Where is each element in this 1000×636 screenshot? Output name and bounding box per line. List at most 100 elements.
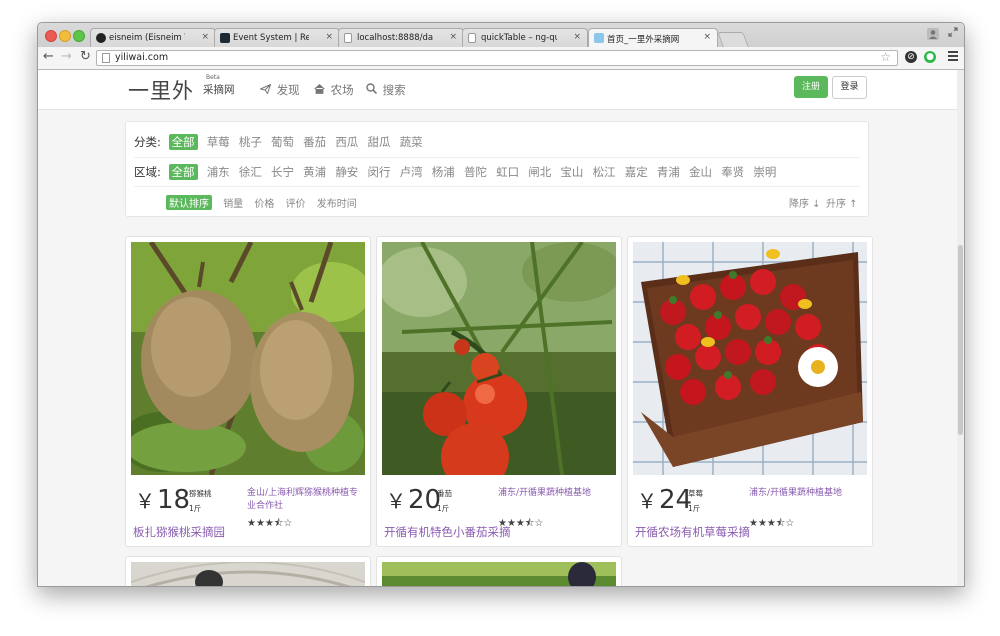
user-profile-icon[interactable] bbox=[926, 28, 940, 41]
region-option[interactable]: 奉贤 bbox=[721, 164, 744, 180]
sort-option[interactable]: 价格 bbox=[254, 195, 274, 210]
sort-option[interactable]: 评价 bbox=[286, 195, 306, 210]
product-title-link[interactable]: 开循农场有机草莓采摘 bbox=[635, 524, 750, 540]
region-option[interactable]: 松江 bbox=[593, 164, 616, 180]
tab-strip: eisneim (Eisneim Terry) · G × Event Syst… bbox=[38, 23, 964, 47]
sort-option[interactable]: 发布时间 bbox=[317, 195, 357, 210]
region-option[interactable]: 普陀 bbox=[464, 164, 487, 180]
yen-symbol: ￥ bbox=[386, 489, 406, 513]
menu-icon[interactable] bbox=[948, 51, 958, 63]
browser-window: eisneim (Eisneim Terry) · G × Event Syst… bbox=[37, 22, 965, 587]
page-icon bbox=[102, 53, 110, 63]
category-option[interactable]: 西瓜 bbox=[335, 134, 358, 150]
region-option[interactable]: 长宁 bbox=[271, 164, 294, 180]
category-option[interactable]: 番茄 bbox=[303, 134, 326, 150]
extension-evernote-icon[interactable]: ● bbox=[924, 51, 936, 63]
sort-descending[interactable]: 降序 ↓ bbox=[789, 195, 821, 210]
forward-icon[interactable]: → bbox=[61, 50, 72, 64]
divider bbox=[134, 186, 860, 187]
product-image-greenhouse[interactable] bbox=[131, 562, 365, 586]
product-card[interactable]: ￥20 番茄 1斤 浦东/开循果蔬种植基地 ★★★⯪☆ 开循有机特色小番茄采摘 bbox=[376, 236, 622, 547]
farm-link[interactable]: 浦东/开循果蔬种植基地 bbox=[498, 487, 616, 500]
category-option[interactable]: 全部 bbox=[168, 134, 198, 150]
region-option[interactable]: 卢湾 bbox=[400, 164, 423, 180]
region-option[interactable]: 闵行 bbox=[367, 164, 390, 180]
product-card[interactable]: ￥18 猕猴桃 1斤 金山/上海利辉猕猴桃种植专业合作社 ★★★⯪☆ 板扎猕猴桃… bbox=[125, 236, 371, 547]
new-tab-button[interactable] bbox=[717, 32, 749, 47]
bookmark-star-icon[interactable]: ☆ bbox=[880, 50, 891, 64]
browser-toolbar: ← → ↻ yiliwai.com ☆ ⊘ ● bbox=[38, 47, 964, 70]
region-option[interactable]: 杨浦 bbox=[432, 164, 455, 180]
region-option[interactable]: 闸北 bbox=[528, 164, 551, 180]
region-option[interactable]: 宝山 bbox=[560, 164, 583, 180]
tab-close-icon[interactable]: × bbox=[703, 32, 711, 42]
product-type: 猕猴桃 bbox=[189, 489, 212, 498]
region-option[interactable]: 崇明 bbox=[753, 164, 776, 180]
zoom-window-button[interactable] bbox=[73, 30, 85, 42]
tab-close-icon[interactable]: × bbox=[573, 32, 581, 42]
browser-tab[interactable]: quickTable – ng-quick-tab × bbox=[462, 28, 588, 47]
category-option[interactable]: 蔬菜 bbox=[400, 134, 423, 150]
search-icon bbox=[366, 83, 378, 95]
product-card-partial[interactable] bbox=[125, 556, 371, 586]
address-bar[interactable]: yiliwai.com ☆ bbox=[96, 50, 898, 66]
tab-close-icon[interactable]: × bbox=[325, 32, 333, 42]
login-button[interactable]: 登录 bbox=[832, 76, 867, 99]
product-image-tomato[interactable] bbox=[382, 242, 616, 475]
fullscreen-icon[interactable] bbox=[948, 27, 958, 40]
region-option[interactable]: 金山 bbox=[689, 164, 712, 180]
region-option[interactable]: 静安 bbox=[335, 164, 358, 180]
sort-option[interactable]: 默认排序 bbox=[166, 195, 212, 210]
close-window-button[interactable] bbox=[45, 30, 57, 42]
product-image-strawberry-cake[interactable] bbox=[633, 242, 867, 475]
product-card[interactable]: ￥24 草莓 1斤 浦东/开循果蔬种植基地 ★★★⯪☆ 开循农场有机草莓采摘 bbox=[627, 236, 873, 547]
category-option[interactable]: 桃子 bbox=[239, 134, 262, 150]
product-title-link[interactable]: 开循有机特色小番茄采摘 bbox=[384, 524, 511, 540]
farm-link[interactable]: 金山/上海利辉猕猴桃种植专业合作社 bbox=[247, 487, 365, 513]
category-option[interactable]: 甜瓜 bbox=[367, 134, 390, 150]
region-option[interactable]: 嘉定 bbox=[625, 164, 648, 180]
site-logo[interactable]: 一里外 bbox=[128, 75, 194, 105]
product-price: ￥18 bbox=[135, 485, 190, 516]
region-option[interactable]: 青浦 bbox=[657, 164, 680, 180]
sort-option[interactable]: 销量 bbox=[223, 195, 243, 210]
minimize-window-button[interactable] bbox=[59, 30, 71, 42]
region-option[interactable]: 浦东 bbox=[207, 164, 230, 180]
category-option[interactable]: 草莓 bbox=[207, 134, 230, 150]
region-option[interactable]: 徐汇 bbox=[239, 164, 262, 180]
browser-tab[interactable]: Event System | React × bbox=[214, 28, 340, 47]
tab-close-icon[interactable]: × bbox=[201, 32, 209, 42]
price-value: 18 bbox=[157, 485, 191, 515]
browser-tab[interactable]: eisneim (Eisneim Terry) · G × bbox=[90, 28, 216, 47]
product-image-kiwi[interactable] bbox=[131, 242, 365, 475]
browser-tab-active[interactable]: 首页_一里外采摘网 × bbox=[588, 28, 718, 47]
sort-ascending[interactable]: 升序 ↑ bbox=[826, 195, 858, 210]
scrollbar-thumb[interactable] bbox=[958, 245, 963, 435]
category-label: 分类: bbox=[134, 135, 161, 149]
tab-close-icon[interactable]: × bbox=[449, 32, 457, 42]
beta-badge: Beta bbox=[206, 74, 220, 81]
send-icon bbox=[258, 83, 272, 95]
category-option[interactable]: 葡萄 bbox=[271, 134, 294, 150]
farm-link[interactable]: 浦东/开循果蔬种植基地 bbox=[749, 487, 867, 500]
product-card-partial[interactable] bbox=[376, 556, 622, 586]
product-image-field[interactable] bbox=[382, 562, 616, 586]
home-icon bbox=[314, 83, 325, 94]
region-option[interactable]: 全部 bbox=[168, 164, 198, 180]
product-title-link[interactable]: 板扎猕猴桃采摘园 bbox=[133, 524, 225, 540]
url-text[interactable]: yiliwai.com bbox=[115, 52, 168, 63]
nav-farms[interactable]: 农场 bbox=[314, 82, 354, 98]
browser-tab[interactable]: localhost:8888/data/portf × bbox=[338, 28, 464, 47]
register-button[interactable]: 注册 bbox=[794, 76, 828, 98]
extension-icon[interactable]: ⊘ bbox=[905, 51, 917, 63]
scrollbar[interactable] bbox=[957, 70, 964, 586]
arrow-down-icon: ↓ bbox=[809, 199, 821, 210]
site-logo-subtitle[interactable]: 采摘网 bbox=[203, 82, 235, 97]
nav-discover[interactable]: 发现 bbox=[258, 82, 300, 98]
nav-search[interactable]: 搜索 bbox=[366, 82, 406, 98]
region-option[interactable]: 虹口 bbox=[496, 164, 519, 180]
product-price: ￥20 bbox=[386, 485, 441, 516]
reload-icon[interactable]: ↻ bbox=[80, 50, 91, 64]
region-option[interactable]: 黄浦 bbox=[303, 164, 326, 180]
back-icon[interactable]: ← bbox=[43, 50, 54, 64]
